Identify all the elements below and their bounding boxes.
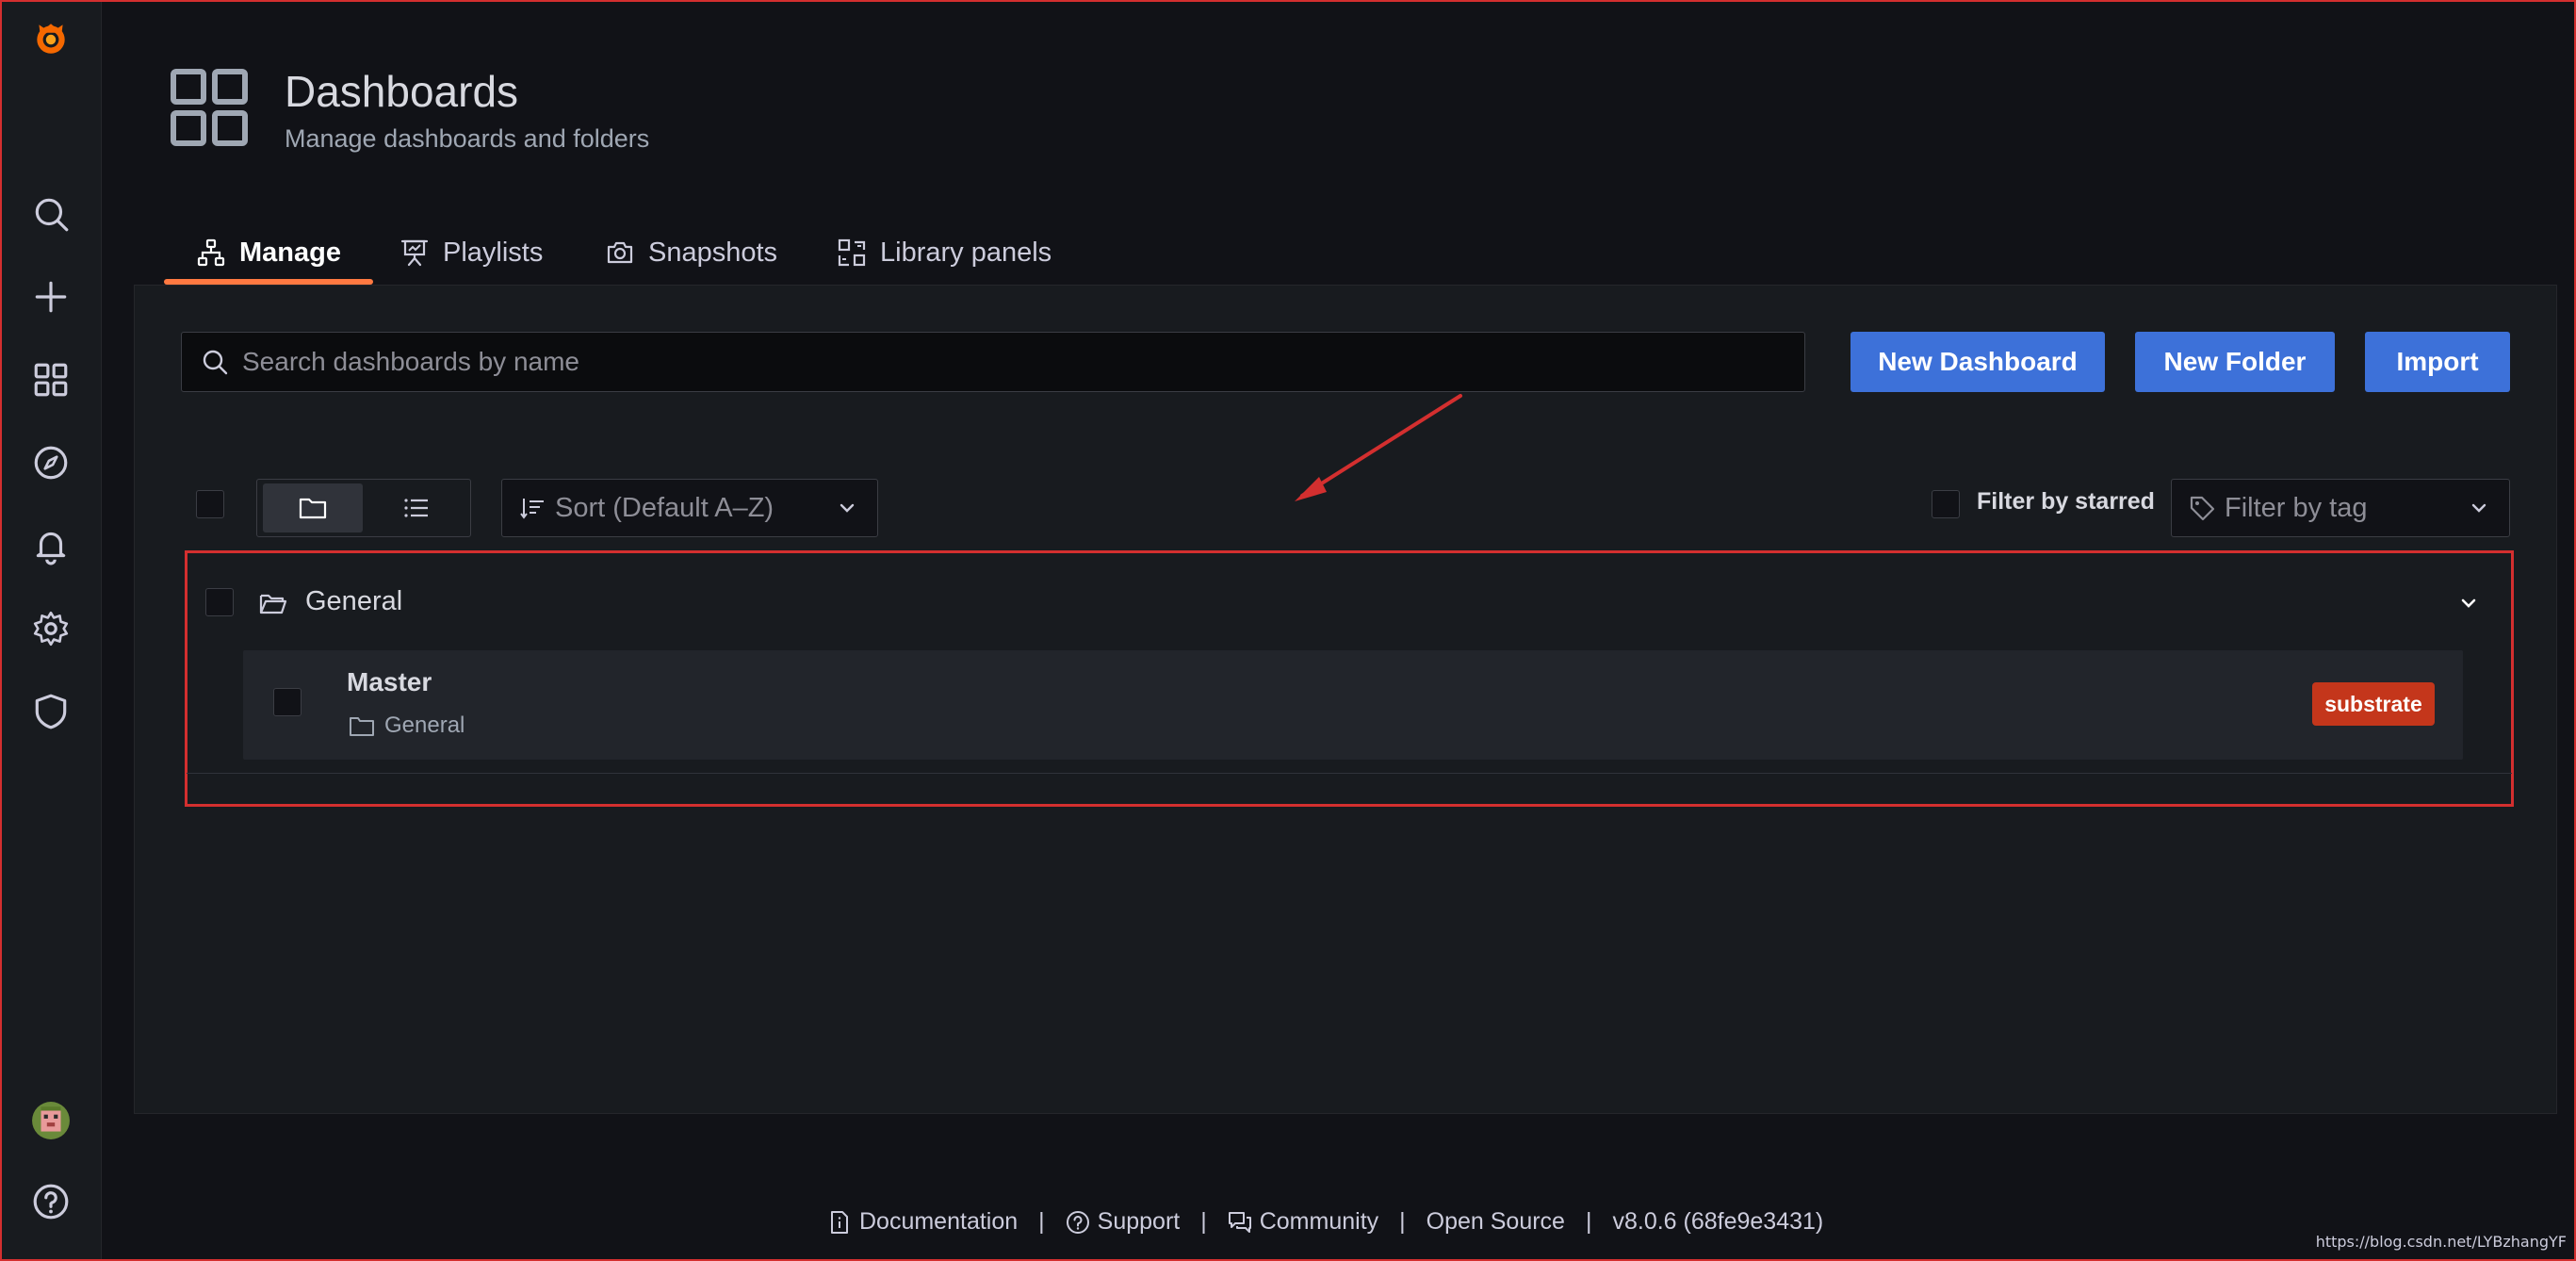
tab-library-panels-label: Library panels bbox=[880, 237, 1052, 268]
filter-starred-checkbox[interactable] bbox=[1932, 490, 1960, 518]
footer-version-link[interactable]: v8.0.6 (68fe9e3431) bbox=[1612, 1208, 1823, 1236]
list-icon bbox=[404, 499, 428, 517]
bell-icon bbox=[36, 532, 66, 565]
tab-library-panels[interactable]: Library panels bbox=[805, 222, 1084, 283]
import-button[interactable]: Import bbox=[2365, 332, 2510, 392]
new-dashboard-button[interactable]: New Dashboard bbox=[1850, 332, 2105, 392]
divider bbox=[187, 773, 2512, 774]
folder-general-label[interactable]: General bbox=[305, 586, 402, 617]
footer-separator: | bbox=[1038, 1208, 1045, 1235]
select-all-checkbox[interactable] bbox=[196, 490, 224, 518]
shield-icon bbox=[35, 694, 67, 729]
sidebar-item-configuration[interactable] bbox=[2, 596, 100, 662]
dashboard-master-checkbox[interactable] bbox=[273, 688, 302, 716]
comments-icon bbox=[1228, 1211, 1251, 1233]
tab-playlists-label: Playlists bbox=[443, 237, 544, 268]
footer-open-source-label: Open Source bbox=[1426, 1208, 1565, 1235]
document-info-icon bbox=[831, 1210, 848, 1234]
footer-support-label: Support bbox=[1097, 1208, 1181, 1235]
library-panel-icon bbox=[838, 238, 866, 267]
watermark: https://blog.csdn.net/LYBzhangYF bbox=[2315, 1233, 2567, 1251]
folder-collapse-chevron-icon[interactable] bbox=[2455, 590, 2482, 616]
camera-icon bbox=[607, 241, 633, 264]
annotation-arrow bbox=[1295, 394, 1462, 501]
dashboards-icon bbox=[34, 363, 68, 397]
presentation-icon bbox=[400, 239, 429, 267]
sidebar-item-create[interactable] bbox=[2, 264, 100, 330]
question-circle-icon bbox=[1066, 1210, 1089, 1234]
sidebar bbox=[2, 2, 102, 1259]
footer-version-label: v8.0.6 (68fe9e3431) bbox=[1612, 1208, 1824, 1235]
tag-filter-select[interactable]: Filter by tag bbox=[2171, 479, 2510, 537]
search-input[interactable] bbox=[242, 347, 1804, 377]
tab-playlists[interactable]: Playlists bbox=[367, 222, 575, 283]
sidebar-item-explore[interactable] bbox=[2, 430, 100, 496]
filter-starred-label: Filter by starred bbox=[1977, 488, 2155, 515]
gear-icon bbox=[33, 611, 69, 647]
page-title: Dashboards bbox=[285, 67, 519, 116]
list-view-button[interactable] bbox=[367, 483, 466, 532]
tag-filter-placeholder: Filter by tag bbox=[2225, 492, 2368, 523]
search-icon bbox=[203, 350, 228, 375]
compass-icon bbox=[34, 446, 68, 480]
footer-separator: | bbox=[1585, 1208, 1592, 1235]
tag-icon bbox=[2190, 496, 2215, 521]
tab-snapshots[interactable]: Snapshots bbox=[573, 222, 809, 283]
folder-open-icon bbox=[259, 594, 287, 614]
footer-community-label: Community bbox=[1259, 1208, 1379, 1235]
sidebar-item-alerting[interactable] bbox=[2, 513, 100, 579]
sort-select-value: Sort (Default A–Z) bbox=[555, 492, 774, 523]
folder-general-checkbox[interactable] bbox=[205, 588, 234, 616]
dashboard-title[interactable]: Master bbox=[347, 667, 432, 697]
dashboard-folder-label: General bbox=[384, 712, 465, 738]
sidebar-item-profile[interactable] bbox=[2, 1088, 100, 1154]
plus-icon bbox=[35, 281, 67, 313]
tab-manage[interactable]: Manage bbox=[164, 222, 373, 285]
sort-icon bbox=[520, 499, 544, 519]
tag-badge[interactable]: substrate bbox=[2312, 682, 2435, 726]
sidebar-item-help[interactable] bbox=[2, 1169, 100, 1235]
footer-support-link[interactable]: Support bbox=[1066, 1208, 1181, 1236]
avatar bbox=[32, 1102, 70, 1139]
sidebar-item-server-admin[interactable] bbox=[2, 679, 100, 745]
search-icon bbox=[35, 198, 69, 232]
footer-community-link[interactable]: Community bbox=[1228, 1208, 1378, 1236]
sidebar-item-dashboards[interactable] bbox=[2, 347, 100, 413]
chevron-down-icon bbox=[2471, 503, 2486, 513]
new-folder-button[interactable]: New Folder bbox=[2135, 332, 2335, 392]
footer-documentation-link[interactable]: Documentation bbox=[827, 1208, 1018, 1236]
grafana-logo[interactable] bbox=[2, 6, 100, 72]
help-icon bbox=[33, 1184, 69, 1220]
tab-manage-label: Manage bbox=[239, 237, 341, 268]
sort-select[interactable]: Sort (Default A–Z) bbox=[501, 479, 878, 537]
sitemap-icon bbox=[197, 238, 225, 267]
grafana-logo-icon bbox=[37, 24, 65, 54]
footer-separator: | bbox=[1200, 1208, 1207, 1235]
folder-view-button[interactable] bbox=[263, 483, 363, 532]
chevron-down-icon bbox=[840, 503, 855, 513]
footer-open-source-link[interactable]: Open Source bbox=[1427, 1208, 1565, 1236]
view-mode-toggle bbox=[256, 479, 471, 537]
dashboard-row-master[interactable] bbox=[243, 650, 2463, 760]
sidebar-item-search[interactable] bbox=[2, 181, 100, 247]
page-subtitle: Manage dashboards and folders bbox=[285, 124, 650, 153]
footer-documentation-label: Documentation bbox=[859, 1208, 1019, 1235]
folder-icon bbox=[350, 717, 374, 736]
search-box[interactable] bbox=[181, 332, 1805, 392]
footer-separator: | bbox=[1399, 1208, 1406, 1235]
tab-snapshots-label: Snapshots bbox=[648, 237, 778, 268]
footer: Documentation | Support | Community | Op… bbox=[827, 1208, 1823, 1236]
dashboards-page-icon bbox=[171, 69, 248, 146]
folder-icon bbox=[299, 498, 327, 519]
dashboard-folder: General bbox=[349, 712, 465, 739]
